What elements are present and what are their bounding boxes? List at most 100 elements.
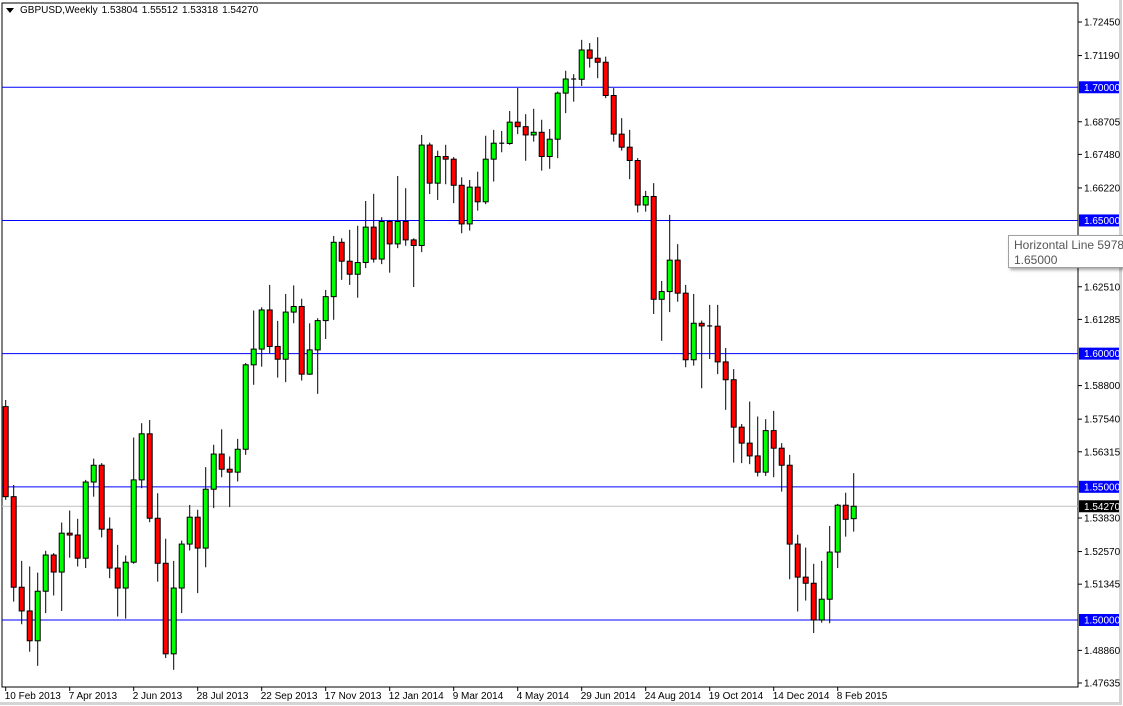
candle-body-bull [291, 306, 296, 312]
candle [651, 183, 656, 314]
candle [3, 400, 8, 500]
candle-body-bull [83, 482, 88, 558]
candle-body-bear [339, 242, 344, 261]
candle [635, 158, 640, 212]
price-tick-label: 1.52570 [1084, 547, 1121, 558]
candle-body-bear [651, 196, 656, 299]
candle-body-bull [563, 79, 568, 93]
time-tick-label: 19 Oct 2014 [709, 691, 764, 702]
candle [243, 363, 248, 455]
candle-body-bear [523, 127, 528, 135]
candle [83, 480, 88, 568]
price-tick-label: 1.48860 [1084, 646, 1121, 657]
candle [467, 180, 472, 231]
candle-body-bear [19, 587, 24, 611]
time-tick-label: 29 Jun 2014 [581, 691, 636, 702]
price-tick-label: 1.58800 [1084, 381, 1121, 392]
candle-body-bear [595, 58, 600, 62]
candle-body-bear [299, 306, 304, 374]
time-tick-label: 10 Feb 2013 [5, 691, 62, 702]
candle-body-bull [35, 591, 40, 641]
candle-body-bull [171, 588, 176, 654]
horizontal-line-price-label: 1.60000 [1084, 349, 1121, 360]
time-tick-label: 8 Feb 2015 [837, 691, 888, 702]
dropdown-triangle-icon[interactable] [6, 8, 14, 13]
candle-body-bear [67, 533, 72, 535]
candle-body-bear [755, 456, 760, 472]
candle [11, 485, 16, 602]
candle-body-bear [843, 505, 848, 519]
candle-body-bear [747, 443, 752, 456]
ohlc-low: 1.53318 [182, 5, 218, 16]
horizontal-line-tooltip: Horizontal Line 59782 1.65000 [1008, 235, 1123, 268]
candle-body-bear [3, 407, 8, 497]
price-tick-label: 1.51345 [1084, 580, 1121, 591]
candle-body-bear [387, 222, 392, 244]
candle-body-bull [211, 454, 216, 489]
candle-body-bull [139, 434, 144, 480]
time-tick-label: 4 May 2014 [517, 691, 570, 702]
candle-body-bull [555, 93, 560, 139]
candle-body-bear [611, 96, 616, 135]
time-tick-label: 28 Jul 2013 [197, 691, 249, 702]
price-tick-label: 1.67480 [1084, 150, 1121, 161]
candle-body-bear [539, 132, 544, 156]
candle-body-bull [851, 506, 856, 518]
candle-body-bear [715, 326, 720, 362]
candle [603, 57, 608, 99]
candle-body-bull [203, 489, 208, 548]
price-tick-label: 1.62510 [1084, 282, 1121, 293]
candle-body-bear [51, 555, 56, 572]
candle-body-bear [99, 465, 104, 529]
time-tick-label: 7 Apr 2013 [69, 691, 118, 702]
symbol-timeframe: GBPUSD,Weekly [20, 5, 98, 16]
candle-body-bull [363, 227, 368, 262]
candle-body-bull [331, 242, 336, 296]
candle-body-bull [763, 431, 768, 473]
candle-body-bear [771, 431, 776, 449]
candle-body-bull [659, 292, 664, 300]
candle-body-bull [315, 321, 320, 350]
candle-body-bull [643, 196, 648, 205]
horizontal-line-price-label: 1.55000 [1084, 482, 1121, 493]
candle-body-bear [347, 261, 352, 274]
candle-body-bull [819, 599, 824, 620]
horizontal-line-price-label: 1.65000 [1084, 216, 1121, 227]
candle-body-bear [11, 497, 16, 588]
time-tick-label: 17 Nov 2013 [325, 691, 382, 702]
horizontal-line-price-label: 1.70000 [1084, 83, 1121, 94]
candle [611, 88, 616, 142]
candle-body-bull [483, 159, 488, 202]
candle-body-bear [619, 134, 624, 147]
price-tick-label: 1.47635 [1084, 679, 1121, 690]
price-tick-label: 1.57540 [1084, 415, 1121, 426]
price-tick-label: 1.56315 [1084, 447, 1121, 458]
candle-body-bull [667, 260, 672, 291]
candle-body-bull [43, 555, 48, 591]
candle-body-bull [243, 365, 248, 449]
chart-header: GBPUSD,Weekly 1.53804 1.55512 1.53318 1.… [6, 5, 258, 16]
candle [683, 285, 688, 367]
candle-body-bull [91, 465, 96, 482]
candle-body-bear [75, 535, 80, 558]
candlestick-chart[interactable]: 1.724501.711901.687051.674801.662201.625… [0, 0, 1123, 706]
candle-body-bear [267, 310, 272, 346]
candle-body-bull [547, 139, 552, 156]
candle-body-bear [779, 448, 784, 465]
candle-body-bear [587, 50, 592, 58]
candle-body-bear [443, 157, 448, 160]
candle-body-bear [803, 577, 808, 583]
time-tick-label: 9 Mar 2014 [453, 691, 504, 702]
candle-body-bull [251, 349, 256, 365]
candle-body-bear [787, 465, 792, 544]
candle-body-bear [459, 185, 464, 224]
candle-body-bear [219, 454, 224, 469]
candle-body-bull [323, 297, 328, 321]
candle-body-bull [131, 480, 136, 562]
candle-body-bear [163, 563, 168, 654]
tooltip-title: Horizontal Line 59782 [1014, 238, 1122, 253]
current-price-label: 1.54270 [1084, 502, 1121, 513]
candle-body-bear [427, 145, 432, 183]
candle-body-bear [675, 260, 680, 293]
candle [99, 463, 104, 537]
